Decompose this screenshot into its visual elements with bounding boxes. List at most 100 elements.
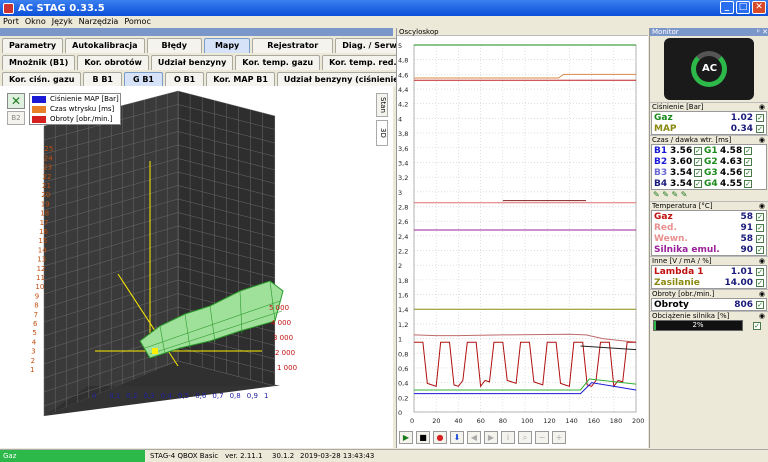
y-tick-label: 21 xyxy=(42,182,51,190)
minimize-button[interactable]: _ xyxy=(720,1,734,14)
tab-kor-map-b1[interactable]: Kor. MAP B1 xyxy=(206,72,275,87)
window-title: AC STAG 0.33.5 xyxy=(18,2,105,14)
chart-legend: Ciśnienie MAP [Bar] Czas wtrysku [ms] Ob… xyxy=(29,93,121,125)
tab-autokalibracja[interactable]: Autokalibracja xyxy=(65,38,145,53)
pressure-gaz-label: Gaz xyxy=(654,112,673,123)
info-icon[interactable]: i xyxy=(501,431,515,444)
scope-x-tick: 80 xyxy=(499,417,507,425)
scope-y-tick: 0,6 xyxy=(398,365,408,373)
menu-pomoc[interactable]: Pomoc xyxy=(124,16,151,27)
lambda-checkbox[interactable]: ✓ xyxy=(756,267,764,276)
legend-swatch-rpm xyxy=(32,115,46,123)
y-tick-label: 16 xyxy=(39,228,48,236)
play-button[interactable]: ▶ xyxy=(399,431,413,444)
zoom-in-icon[interactable]: + xyxy=(552,431,566,444)
zasilanie-checkbox[interactable]: ✓ xyxy=(756,278,764,287)
tab-mnoznik[interactable]: Mnożnik (B1) xyxy=(2,55,76,70)
prev-icon[interactable]: ◀ xyxy=(467,431,481,444)
gas-injector-label: G2 xyxy=(704,156,718,167)
y-tick-label: 2 xyxy=(31,357,35,365)
scope-x-tick: 60 xyxy=(477,417,485,425)
petrol-injector-checkbox[interactable]: ✓ xyxy=(694,157,702,166)
cursor-point xyxy=(152,348,158,354)
temp-gaz-checkbox[interactable]: ✓ xyxy=(756,212,764,221)
status-bar: Gaz STAG-4 QBOX Basic ver. 2.11.1 30.1.2… xyxy=(0,449,768,462)
temp-red-checkbox[interactable]: ✓ xyxy=(756,223,764,232)
temp-silnika-checkbox[interactable]: ✓ xyxy=(756,245,764,254)
tab-kor-temp-red[interactable]: Kor. temp. red. xyxy=(322,55,404,70)
scope-y-tick: 3,6 xyxy=(398,145,408,153)
x-tick-label: 0,2 xyxy=(126,392,137,400)
lambda-value: 1.01 xyxy=(730,266,753,277)
petrol-injector-checkbox[interactable]: ✓ xyxy=(694,146,702,155)
oscilloscope-chart[interactable]: 0 0,2 0,4 0,6 0,8 1 1,2 1,4 1,6 1,8 2 2,2 2,4 2,6 2,8 3… xyxy=(396,37,648,430)
legend-label-rpm: Obroty [obr./min.] xyxy=(50,115,113,123)
scope-y-tick: 4,6 xyxy=(398,71,408,79)
record-button[interactable]: ● xyxy=(433,431,447,444)
temp-wewn-checkbox[interactable]: ✓ xyxy=(756,234,764,243)
tab-g-b1[interactable]: G B1 xyxy=(123,72,163,87)
gas-injector-checkbox[interactable]: ✓ xyxy=(744,157,752,166)
pin-icon[interactable]: ᵖ ✕ xyxy=(757,28,768,36)
tab-udzial-benzyny[interactable]: Udział benzyny xyxy=(150,55,234,70)
pressure-gaz-checkbox[interactable]: ✓ xyxy=(756,113,764,122)
zoom-icon[interactable]: ⌕ xyxy=(518,431,532,444)
tabs-row2: Mnożnik (B1) Kor. obrotów Udział benzyny… xyxy=(0,55,404,71)
menu-okno[interactable]: Okno xyxy=(25,16,46,27)
petrol-injector-checkbox[interactable]: ✓ xyxy=(694,179,702,188)
close-button[interactable]: ✕ xyxy=(752,1,766,14)
gas-injector-checkbox[interactable]: ✓ xyxy=(744,168,752,177)
pressure-map-label: MAP xyxy=(654,123,677,134)
gas-injector-checkbox[interactable]: ✓ xyxy=(744,146,752,155)
save-icon[interactable]: ⬇ xyxy=(450,431,464,444)
injection-row: B3 3.54 ✓ G3 4.56 ✓ xyxy=(652,167,766,178)
menu-jezyk[interactable]: Język xyxy=(52,16,73,27)
surface-toggle-icon[interactable]: ✕ xyxy=(7,93,25,109)
tab-kor-temp-gazu[interactable]: Kor. temp. gazu xyxy=(235,55,321,70)
rpm-checkbox[interactable]: ✓ xyxy=(756,300,764,309)
injection-header: Czas / dawka wtr. [ms] xyxy=(652,136,732,144)
status-version: ver. 2.11.1 xyxy=(225,452,263,460)
menu-port[interactable]: Port xyxy=(3,16,19,27)
other-header: Inne [V / mA / %] xyxy=(652,257,712,265)
scope-y-tick: 1,8 xyxy=(398,277,408,285)
maximize-button[interactable]: □ xyxy=(736,1,750,14)
y-tick-label: 23 xyxy=(43,164,52,172)
zasilanie-label: Zasilanie xyxy=(654,277,700,288)
scope-y-tick: 2,2 xyxy=(398,248,408,256)
side-tab-3d[interactable]: 3D xyxy=(376,120,388,146)
temp-red-value: 91 xyxy=(740,222,753,233)
injection-box: B1 3.56 ✓ G1 4.58 ✓ B2 3.60 ✓ G2 4.63 ✓ B3 3.54 ✓ G3 4.5… xyxy=(651,144,767,190)
tab-o-b1[interactable]: O B1 xyxy=(165,72,205,87)
y-tick-label: 18 xyxy=(40,210,49,218)
b2-button[interactable]: B2 xyxy=(7,111,25,125)
y-tick-label: 19 xyxy=(41,200,50,208)
load-checkbox[interactable]: ✓ xyxy=(753,321,761,330)
menu-narzedzia[interactable]: Narzędzia xyxy=(79,16,119,27)
tab-b-b1[interactable]: B B1 xyxy=(83,72,122,87)
pressure-header: Ciśnienie [Bar] xyxy=(652,103,704,111)
zasilanie-value: 14.00 xyxy=(724,277,753,288)
y-tick-label: 20 xyxy=(41,191,50,199)
pressure-map-value: 0.34 xyxy=(730,123,753,134)
tab-kor-cisn-gazu[interactable]: Kor. ciśn. gazu xyxy=(2,72,82,87)
gas-injector-checkbox[interactable]: ✓ xyxy=(744,179,752,188)
gas-injector-value: 4.63 xyxy=(720,156,743,167)
tab-rejestrator[interactable]: Rejestrator xyxy=(252,38,334,53)
tab-mapy[interactable]: Mapy xyxy=(203,38,251,53)
next-icon[interactable]: ▶ xyxy=(484,431,498,444)
petrol-injector-checkbox[interactable]: ✓ xyxy=(694,168,702,177)
gas-injector-value: 4.55 xyxy=(720,178,743,189)
side-tab-stan[interactable]: Stan xyxy=(376,93,388,117)
pressure-map-checkbox[interactable]: ✓ xyxy=(756,124,764,133)
tab-kor-obrotow[interactable]: Kor. obrotów xyxy=(77,55,149,70)
zoom-out-icon[interactable]: − xyxy=(535,431,549,444)
stop-button[interactable]: ■ xyxy=(416,431,430,444)
map-3d-plot[interactable]: 0 0,1 0,2 0,3 0,4 0,5 0,6 0,7 0,8 0,9 1 1234567891… xyxy=(0,86,393,448)
injector-icons: ✎ ✎ ✎ ✎ xyxy=(653,190,688,199)
scope-y-tick: 0,2 xyxy=(398,394,408,402)
tab-parametry[interactable]: Parametry xyxy=(2,38,64,53)
tab-bledy[interactable]: Błędy xyxy=(146,38,202,53)
info-icon: ◉ xyxy=(758,202,765,210)
rpm-value: 806 xyxy=(734,299,753,310)
